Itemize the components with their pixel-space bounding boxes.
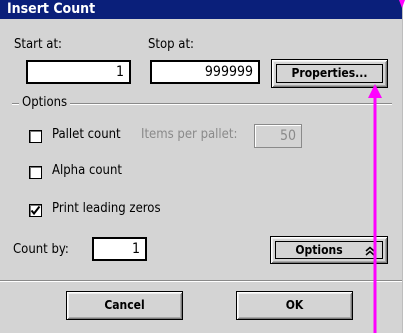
items-per-pallet-input[interactable]: 50	[254, 124, 302, 148]
start-at-label: Start at:	[14, 37, 62, 52]
count-by-input[interactable]: 1	[92, 237, 147, 261]
alpha-count-label: Alpha count	[52, 163, 122, 178]
window-edge	[402, 0, 407, 333]
leading-zeros-checkbox[interactable]	[29, 204, 42, 217]
stop-at-input[interactable]: 999999	[150, 60, 260, 84]
footer-separator-highlight	[0, 281, 402, 282]
ok-button[interactable]: OK	[236, 291, 353, 320]
count-by-label: Count by:	[13, 242, 69, 257]
options-button-label: Options	[295, 243, 343, 257]
insert-count-dialog: Insert Count Start at: 1 Stop at: 999999…	[0, 0, 402, 333]
check-mark-icon	[30, 205, 41, 216]
options-button[interactable]: Options	[270, 236, 388, 264]
options-group-label: Options	[19, 95, 71, 110]
pallet-count-checkbox[interactable]	[29, 130, 42, 143]
dialog-title: Insert Count	[0, 0, 402, 19]
properties-button[interactable]: Properties...	[271, 59, 388, 88]
alpha-count-checkbox[interactable]	[29, 166, 42, 179]
leading-zeros-label: Print leading zeros	[52, 201, 161, 216]
stop-at-label: Stop at:	[148, 37, 194, 52]
items-per-pallet-label: Items per pallet:	[141, 127, 238, 142]
cancel-button[interactable]: Cancel	[66, 291, 183, 320]
start-at-input[interactable]: 1	[26, 60, 131, 84]
properties-button-label: Properties...	[291, 66, 368, 80]
double-chevron-up-icon	[365, 246, 375, 256]
pallet-count-label: Pallet count	[52, 127, 121, 142]
